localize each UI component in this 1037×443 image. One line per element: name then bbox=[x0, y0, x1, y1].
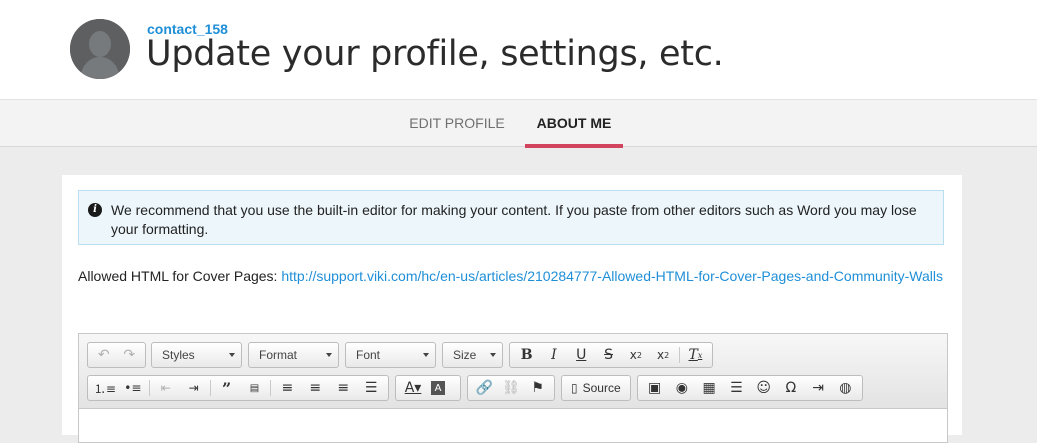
superscript-icon[interactable]: x2 bbox=[649, 344, 676, 366]
page-title: Update your profile, settings, etc. bbox=[146, 34, 724, 74]
undo-icon[interactable]: ↶ bbox=[91, 344, 117, 366]
size-dropdown-label: Size bbox=[453, 348, 477, 362]
allowed-html-label: Allowed HTML for Cover Pages: bbox=[78, 268, 282, 284]
allowed-html-link[interactable]: http://support.viki.com/hc/en-us/article… bbox=[281, 268, 943, 284]
chevron-down-icon bbox=[490, 353, 496, 357]
special-character-icon[interactable]: Ω bbox=[777, 377, 804, 399]
chevron-down-icon bbox=[326, 353, 332, 357]
redo-icon[interactable]: ↷ bbox=[117, 344, 143, 366]
tab-bar: EDIT PROFILE ABOUT ME bbox=[0, 99, 1037, 148]
styles-dropdown-label: Styles bbox=[162, 348, 195, 362]
unlink-icon[interactable]: ⛓ bbox=[498, 377, 525, 399]
italic-icon[interactable]: I bbox=[540, 344, 567, 366]
toolbar-separator bbox=[678, 347, 680, 363]
profile-header: contact_158 Update your profile, setting… bbox=[0, 0, 1037, 99]
tab-about-me[interactable]: ABOUT ME bbox=[525, 100, 623, 148]
blockquote-icon[interactable]: ” bbox=[213, 377, 241, 399]
info-notice: i We recommend that you use the built-in… bbox=[78, 190, 944, 245]
insert-group: ▣ ◉ ▦ ☰ ☺ Ω ⇥ ◍ bbox=[637, 375, 863, 401]
source-icon: ▯ bbox=[571, 381, 578, 395]
text-color-icon[interactable]: A▾ bbox=[399, 377, 427, 399]
editor-toolbar: ↶ ↷ Styles Format Font Size B I U S x2 x bbox=[79, 334, 947, 409]
flash-icon[interactable]: ◉ bbox=[668, 377, 695, 399]
font-dropdown[interactable]: Font bbox=[345, 342, 436, 368]
history-group: ↶ ↷ bbox=[87, 342, 146, 368]
color-group: A▾ A bbox=[395, 375, 461, 401]
page-break-icon[interactable]: ⇥ bbox=[805, 377, 832, 399]
align-center-icon[interactable]: ≡ bbox=[301, 377, 329, 399]
create-div-icon[interactable]: ▤ bbox=[241, 377, 269, 399]
user-silhouette-icon bbox=[70, 19, 130, 79]
horizontal-line-icon[interactable]: ☰ bbox=[723, 377, 750, 399]
anchor-flag-icon[interactable]: ⚑ bbox=[524, 377, 551, 399]
align-left-icon[interactable]: ≡ bbox=[273, 377, 301, 399]
subscript-icon[interactable]: x2 bbox=[622, 344, 649, 366]
align-right-icon[interactable]: ≡ bbox=[329, 377, 357, 399]
tab-edit-profile[interactable]: EDIT PROFILE bbox=[400, 100, 514, 147]
link-group: 🔗 ⛓ ⚑ bbox=[467, 375, 555, 401]
bulleted-list-icon[interactable]: •≡ bbox=[119, 377, 147, 399]
info-notice-text: We recommend that you use the built-in e… bbox=[111, 202, 917, 237]
source-button-label: Source bbox=[582, 381, 621, 395]
bold-icon[interactable]: B bbox=[513, 344, 540, 366]
increase-indent-icon[interactable]: ⇥ bbox=[180, 377, 208, 399]
allowed-html-note: Allowed HTML for Cover Pages: http://sup… bbox=[78, 264, 948, 289]
source-group: ▯ Source bbox=[561, 375, 631, 401]
toolbar-separator bbox=[148, 380, 150, 396]
align-justify-icon[interactable]: ☰ bbox=[357, 377, 385, 399]
iframe-globe-icon[interactable]: ◍ bbox=[832, 377, 859, 399]
avatar[interactable] bbox=[70, 19, 130, 79]
format-dropdown[interactable]: Format bbox=[248, 342, 339, 368]
format-dropdown-label: Format bbox=[259, 348, 298, 362]
underline-icon[interactable]: U bbox=[568, 344, 595, 366]
size-dropdown[interactable]: Size bbox=[442, 342, 503, 368]
content-panel: i We recommend that you use the built-in… bbox=[62, 175, 962, 443]
info-icon: i bbox=[88, 203, 102, 217]
chevron-down-icon bbox=[229, 353, 235, 357]
background-color-icon[interactable]: A bbox=[431, 381, 445, 395]
remove-format-icon[interactable]: Tx bbox=[682, 344, 709, 366]
source-button[interactable]: ▯ Source bbox=[565, 381, 627, 395]
toolbar-separator bbox=[270, 380, 272, 396]
paragraph-group: ⒈≡ •≡ ⇤ ⇥ ” ▤ ≡ ≡ ≡ ☰ bbox=[87, 375, 389, 401]
image-icon[interactable]: ▣ bbox=[641, 377, 668, 399]
font-dropdown-label: Font bbox=[356, 348, 381, 362]
smiley-icon[interactable]: ☺ bbox=[750, 377, 777, 399]
chevron-down-icon bbox=[423, 353, 429, 357]
strikethrough-icon[interactable]: S bbox=[595, 344, 622, 366]
link-icon[interactable]: 🔗 bbox=[471, 377, 498, 399]
styles-dropdown[interactable]: Styles bbox=[151, 342, 242, 368]
text-style-group: B I U S x2 x2 Tx bbox=[509, 342, 713, 368]
table-icon[interactable]: ▦ bbox=[696, 377, 723, 399]
decrease-indent-icon[interactable]: ⇤ bbox=[152, 377, 180, 399]
rich-text-editor[interactable]: ↶ ↷ Styles Format Font Size B I U S x2 x bbox=[78, 333, 948, 443]
toolbar-separator bbox=[209, 380, 211, 396]
numbered-list-icon[interactable]: ⒈≡ bbox=[91, 377, 119, 399]
